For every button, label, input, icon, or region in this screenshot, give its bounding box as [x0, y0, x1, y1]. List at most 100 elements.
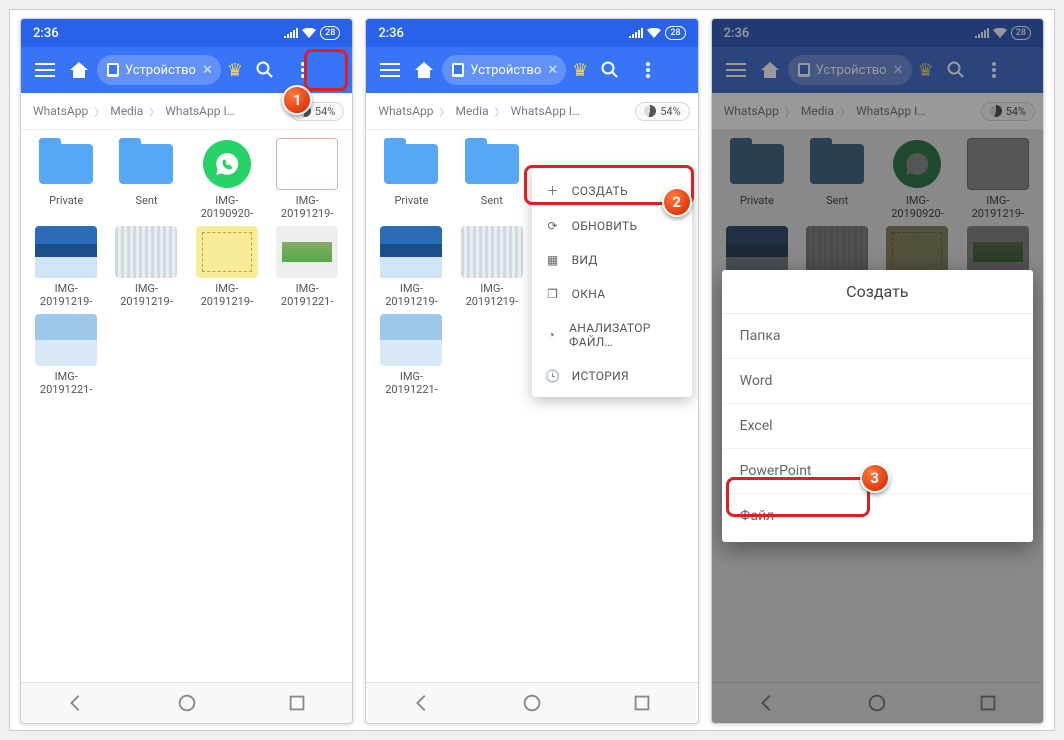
create-option-folder[interactable]: Папка	[722, 314, 1033, 359]
menu-label: ВИД	[572, 253, 598, 267]
file-grid-area: Private Sent IMG-20190920- IMG-20191219-	[21, 130, 352, 682]
pie-icon	[644, 105, 656, 117]
location-chip[interactable]: Устройство ✕	[97, 55, 221, 85]
storage-percent: 54%	[1006, 105, 1026, 118]
crumb-2[interactable]: Media	[452, 104, 493, 118]
battery-indicator: 28	[1011, 26, 1031, 40]
storage-indicator: 54%	[981, 102, 1035, 121]
nav-back-icon[interactable]	[411, 692, 433, 714]
nav-back-icon[interactable]	[65, 692, 87, 714]
menu-hamburger-icon[interactable]	[374, 54, 406, 86]
storage-percent: 54%	[315, 105, 335, 118]
image-thumbnail	[380, 226, 442, 278]
crown-icon[interactable]: ♛	[227, 60, 243, 81]
crumb-1[interactable]: WhatsApp	[374, 104, 437, 118]
nav-home-icon[interactable]	[176, 692, 198, 714]
callout-badge-2: 2	[662, 187, 692, 217]
item-label: IMG-20191221-	[372, 370, 450, 398]
folder-item[interactable]: Private	[27, 138, 105, 222]
storage-indicator[interactable]: 54%	[635, 102, 689, 121]
crumb-1: WhatsApp	[720, 104, 783, 118]
item-label: IMG-20191219-	[453, 282, 531, 310]
close-tab-icon: ✕	[893, 63, 904, 78]
crumb-2[interactable]: Media	[106, 104, 147, 118]
close-tab-icon[interactable]: ✕	[202, 63, 213, 78]
menu-item-view[interactable]: ▦ ВИД	[532, 243, 692, 277]
item-label: IMG-20191219-	[188, 282, 266, 310]
image-item[interactable]: IMG-20191219-	[372, 226, 450, 310]
image-item[interactable]: IMG-20191219-	[107, 226, 185, 310]
crumb-1[interactable]: WhatsApp	[29, 104, 92, 118]
home-icon[interactable]	[67, 54, 91, 86]
search-icon[interactable]	[594, 54, 626, 86]
image-item[interactable]: IMG-20191221-	[372, 314, 450, 398]
device-icon	[107, 63, 119, 77]
status-bar: 2:36 28	[366, 19, 697, 47]
menu-label: ИСТОРИЯ	[572, 369, 629, 383]
crown-icon: ♛	[918, 60, 934, 81]
menu-item-windows[interactable]: ❐ ОКНА	[532, 277, 692, 311]
close-tab-icon[interactable]: ✕	[547, 63, 558, 78]
search-icon[interactable]	[249, 54, 281, 86]
phone-screenshot-2: 2:36 28 Устройство ✕ ♛ WhatsApp〉 Media〉 …	[365, 18, 698, 724]
menu-label: ОБНОВИТЬ	[572, 219, 638, 233]
image-thumbnail	[276, 226, 338, 278]
crown-icon[interactable]: ♛	[572, 60, 588, 81]
item-label: IMG-20191219-	[107, 282, 185, 310]
battery-indicator: 28	[665, 26, 685, 40]
home-icon[interactable]	[412, 54, 436, 86]
status-icons: 28	[975, 26, 1031, 40]
menu-hamburger-icon[interactable]	[29, 54, 61, 86]
image-item[interactable]: IMG-20191221-	[27, 314, 105, 398]
phone-screenshot-1: 2:36 28 Устройство ✕ ♛	[20, 18, 353, 724]
image-item[interactable]: IMG-20191219-	[27, 226, 105, 310]
image-thumbnail	[35, 226, 97, 278]
menu-item-history[interactable]: 🕓 ИСТОРИЯ	[532, 359, 692, 393]
history-icon: 🕓	[544, 369, 562, 383]
breadcrumb: WhatsApp〉 Media〉 WhatsApp I… 54%	[366, 93, 697, 130]
overflow-menu-button[interactable]	[632, 54, 664, 86]
battery-indicator: 28	[320, 26, 340, 40]
crumb-3[interactable]: WhatsApp I…	[507, 104, 584, 118]
nav-recent-icon[interactable]	[631, 692, 653, 714]
overflow-menu-button[interactable]	[287, 54, 319, 86]
menu-hamburger-icon	[720, 54, 752, 86]
windows-icon: ❐	[544, 287, 562, 301]
folder-icon	[465, 144, 519, 184]
chevron-icon: 〉	[149, 104, 159, 119]
image-item[interactable]: IMG-20191219-	[188, 226, 266, 310]
plus-icon: ＋	[544, 182, 562, 199]
create-option-excel[interactable]: Excel	[722, 404, 1033, 449]
create-option-file[interactable]: Файл	[722, 494, 1033, 538]
folder-item[interactable]: Private	[372, 138, 450, 222]
location-label: Устройство	[125, 63, 196, 78]
nav-home-icon[interactable]	[521, 692, 543, 714]
signal-icon	[629, 28, 643, 38]
search-icon	[940, 54, 972, 86]
image-item[interactable]: IMG-20191219-	[453, 226, 531, 310]
item-label: Private	[392, 194, 430, 222]
status-icons: 28	[629, 26, 685, 40]
crumb-3[interactable]: WhatsApp I…	[161, 104, 238, 118]
image-item[interactable]: IMG-20190920-	[188, 138, 266, 222]
item-label: Sent	[479, 194, 505, 222]
nav-home-icon[interactable]	[866, 692, 888, 714]
location-chip[interactable]: Устройство ✕	[442, 55, 566, 85]
image-item[interactable]: IMG-20191219-	[268, 138, 346, 222]
dialog-title: Создать	[722, 270, 1033, 314]
phone-screenshot-3: 2:36 28 Устройство ✕ ♛ WhatsApp〉 Media〉 …	[711, 18, 1044, 724]
image-item[interactable]: IMG-20191221-	[268, 226, 346, 310]
android-nav-bar	[21, 682, 352, 723]
image-thumbnail	[276, 138, 338, 190]
folder-item[interactable]: Sent	[107, 138, 185, 222]
nav-recent-icon[interactable]	[977, 692, 999, 714]
grid-icon: ▦	[544, 253, 562, 267]
signal-icon	[975, 28, 989, 38]
nav-recent-icon[interactable]	[286, 692, 308, 714]
device-icon	[798, 63, 810, 77]
folder-item[interactable]: Sent	[453, 138, 531, 222]
nav-back-icon[interactable]	[756, 692, 778, 714]
menu-item-analyzer[interactable]: ◔ АНАЛИЗАТОР ФАЙЛ…	[532, 311, 692, 359]
crumb-3: WhatsApp I…	[852, 104, 929, 118]
create-option-word[interactable]: Word	[722, 359, 1033, 404]
